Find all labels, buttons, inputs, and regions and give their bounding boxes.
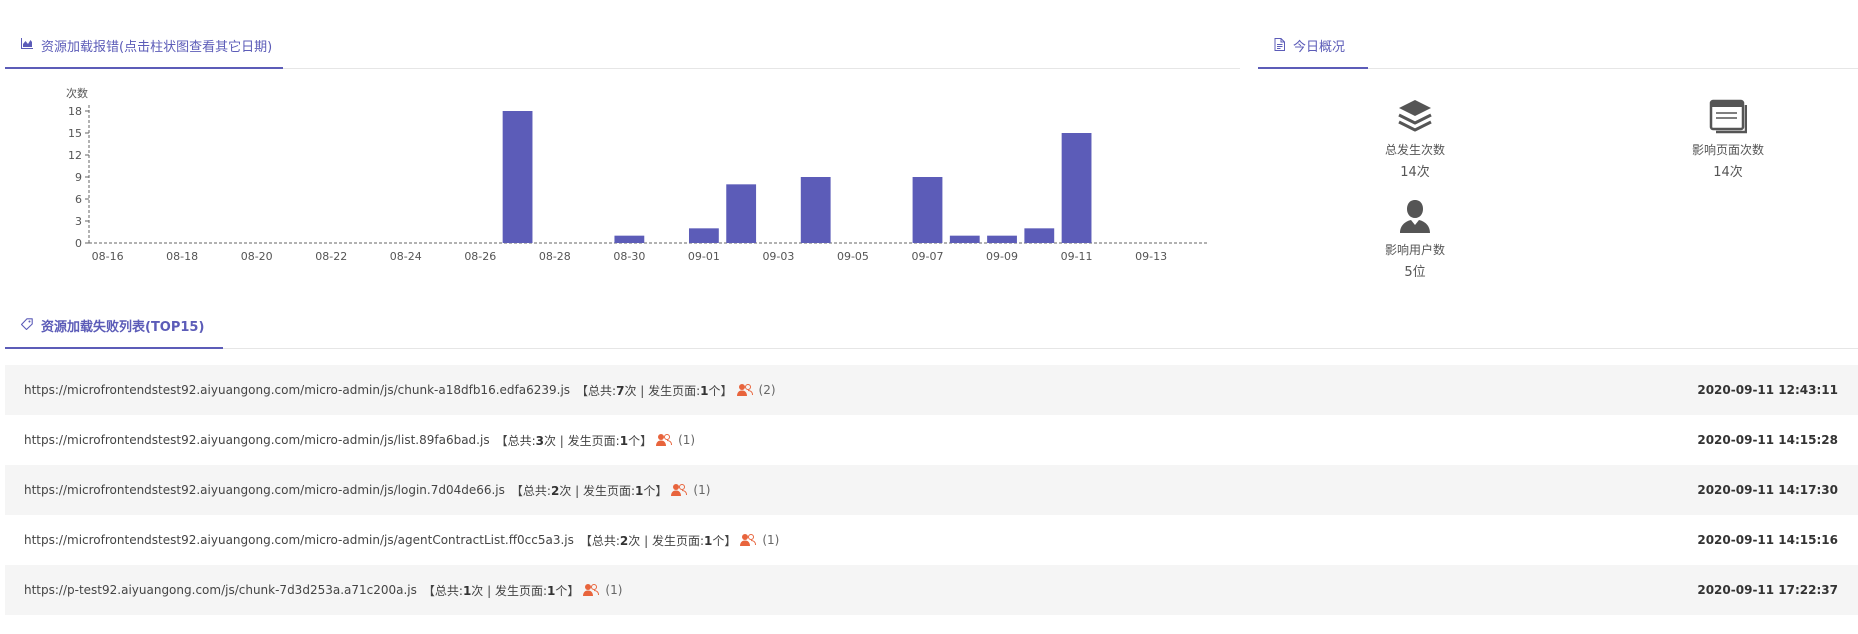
x-tick-label: 09-05 [837, 250, 869, 263]
resource-stats: 【总共:1次 | 发生页面:1个】 [422, 583, 580, 598]
y-tick-label: 0 [75, 237, 82, 250]
bar[interactable] [688, 228, 719, 243]
resource-url[interactable]: https://microfrontendstest92.aiyuangong.… [24, 433, 490, 447]
x-tick-label: 08-16 [92, 250, 124, 263]
y-tick-label: 18 [68, 105, 82, 118]
tab-today-overview[interactable]: 今日概况 [1258, 36, 1368, 69]
x-tick-label: 09-03 [762, 250, 794, 263]
affected-users-count: (1) [693, 483, 711, 497]
area-chart-icon [21, 38, 33, 49]
y-tick-label: 3 [75, 215, 82, 228]
last-occurrence-time: 2020-09-11 14:15:16 [1697, 533, 1838, 547]
y-tick-label: 6 [75, 193, 82, 206]
layers-icon [1398, 100, 1432, 132]
stat-total-value: 14次 [1400, 165, 1430, 180]
x-tick-label: 08-20 [241, 250, 273, 263]
list-item[interactable]: https://p-test92.aiyuangong.com/js/chunk… [5, 565, 1858, 615]
resource-stats: 【总共:3次 | 发生页面:1个】 [495, 433, 653, 448]
affected-users-count: (1) [605, 583, 623, 597]
bar[interactable] [1061, 133, 1092, 243]
x-tick-label: 08-24 [390, 250, 422, 263]
resource-url[interactable]: https://microfrontendstest92.aiyuangong.… [24, 483, 505, 497]
list-item[interactable]: https://microfrontendstest92.aiyuangong.… [5, 465, 1858, 515]
resource-stats: 【总共:2次 | 发生页面:1个】 [579, 533, 737, 548]
stat-pages-label: 影响页面次数 [1691, 143, 1764, 157]
failure-list: https://microfrontendstest92.aiyuangong.… [5, 365, 1858, 615]
bar[interactable] [949, 235, 980, 243]
x-tick-label: 09-11 [1061, 250, 1093, 263]
stat-affected-pages: 影响页面次数 14次 [1668, 97, 1788, 180]
resource-url[interactable]: https://microfrontendstest92.aiyuangong.… [24, 533, 574, 547]
x-tick-label: 08-26 [464, 250, 496, 263]
chart-tab-label: 资源加载报错(点击柱状图查看其它日期) [41, 40, 273, 55]
x-tick-label: 08-28 [539, 250, 571, 263]
x-tick-label: 09-07 [912, 250, 944, 263]
bar[interactable] [726, 184, 757, 243]
list-item[interactable]: https://microfrontendstest92.aiyuangong.… [5, 515, 1858, 565]
stat-total-occurrences: 总发生次数 14次 [1355, 97, 1475, 180]
x-tick-label: 09-01 [688, 250, 720, 263]
bar[interactable] [1024, 228, 1055, 243]
x-tick-label: 08-18 [166, 250, 198, 263]
resource-stats: 【总共:7次 | 发生页面:1个】 [576, 383, 733, 398]
user-icon [1400, 200, 1430, 233]
tab-resource-errors-chart[interactable]: 资源加载报错(点击柱状图查看其它日期) [5, 36, 283, 69]
stat-pages-value: 14次 [1713, 165, 1743, 180]
failure-list-header: 资源加载失败列表(TOP15) [5, 279, 1858, 349]
x-tick-label: 09-09 [986, 250, 1018, 263]
x-tick-label: 08-30 [613, 250, 645, 263]
chart-section-header: 资源加载报错(点击柱状图查看其它日期) [5, 0, 1240, 69]
resource-error-bar-chart[interactable]: 次数 0 3 6 9 12 15 18 08-16 08-18 08-20 08-22 08-24 08-… [0, 69, 1240, 279]
failure-list-tab-label: 资源加载失败列表(TOP15) [41, 320, 205, 335]
bar[interactable] [502, 111, 533, 243]
bar[interactable] [987, 235, 1017, 243]
tab-failure-list[interactable]: 资源加载失败列表(TOP15) [5, 316, 223, 349]
y-axis-label: 次数 [66, 86, 88, 100]
y-tick-label: 12 [68, 149, 82, 162]
stat-users-label: 影响用户数 [1384, 243, 1445, 257]
stat-total-label: 总发生次数 [1384, 143, 1445, 157]
browser-window-icon [1709, 99, 1748, 134]
resource-url[interactable]: https://p-test92.aiyuangong.com/js/chunk… [24, 583, 417, 597]
affected-users-icon [583, 583, 600, 597]
affected-users-icon [736, 383, 753, 397]
y-tick-label: 15 [68, 127, 82, 140]
list-item[interactable]: https://microfrontendstest92.aiyuangong.… [5, 415, 1858, 465]
affected-users-count: (1) [762, 533, 780, 547]
list-item[interactable]: https://microfrontendstest92.aiyuangong.… [5, 365, 1858, 415]
bar[interactable] [800, 177, 831, 243]
x-tick-label: 09-13 [1135, 250, 1167, 263]
affected-users-icon [740, 533, 757, 547]
affected-users-icon [656, 433, 673, 447]
y-tick-label: 9 [75, 171, 82, 184]
overview-tab-label: 今日概况 [1293, 40, 1346, 55]
bar[interactable] [614, 235, 645, 243]
overview-section-header: 今日概况 [1258, 0, 1858, 69]
tag-icon [21, 318, 33, 330]
resource-url[interactable]: https://microfrontendstest92.aiyuangong.… [24, 383, 570, 397]
resource-stats: 【总共:2次 | 发生页面:1个】 [510, 483, 668, 498]
affected-users-count: (1) [678, 433, 696, 447]
bar[interactable] [912, 177, 943, 243]
last-occurrence-time: 2020-09-11 14:15:28 [1697, 433, 1838, 447]
last-occurrence-time: 2020-09-11 14:17:30 [1697, 483, 1838, 497]
last-occurrence-time: 2020-09-11 12:43:11 [1697, 383, 1838, 397]
last-occurrence-time: 2020-09-11 17:22:37 [1697, 583, 1838, 597]
x-tick-label: 08-22 [315, 250, 347, 263]
affected-users-icon [671, 483, 688, 497]
stat-affected-users: 影响用户数 5位 [1355, 197, 1475, 280]
affected-users-count: (2) [758, 383, 776, 397]
stat-users-value: 5位 [1404, 265, 1426, 280]
document-icon [1274, 38, 1285, 51]
